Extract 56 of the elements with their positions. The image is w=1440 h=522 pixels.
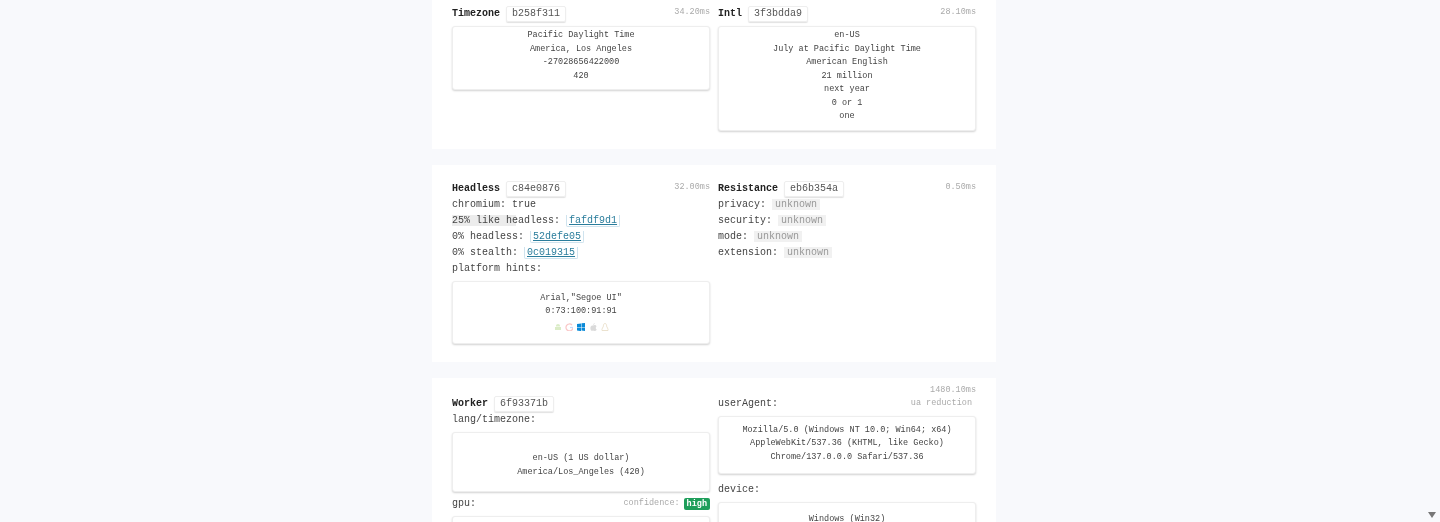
label-text: extension: xyxy=(718,246,779,258)
timing-text: 34.20ms xyxy=(674,6,710,18)
label-text: platform hints: xyxy=(452,261,543,276)
hash-value: 3f3bdda9 xyxy=(748,6,809,22)
hash-value: b258f311 xyxy=(506,6,567,22)
timing-text: 32.00ms xyxy=(674,180,710,193)
label-text: 0% stealth: xyxy=(452,246,519,258)
label-text: mode: xyxy=(718,230,749,242)
timing-text: 28.10ms xyxy=(940,6,976,18)
hash-value: 6f93371b xyxy=(494,395,555,412)
value-text: July at Pacific Daylight Time xyxy=(773,42,921,56)
timing-text: 0.50ms xyxy=(945,180,976,193)
section-title: Timezone xyxy=(452,7,500,21)
section-title: Worker xyxy=(452,396,488,411)
status-chip: unknown xyxy=(778,214,827,226)
status-chip: unknown xyxy=(784,246,833,258)
value-text: America, Los Angeles xyxy=(530,42,632,56)
value-text: 0 or 1 xyxy=(831,96,863,110)
label-text: privacy: xyxy=(718,198,767,210)
value-text: Arial,"Segoe UI" xyxy=(540,291,622,305)
label-text: gpu: xyxy=(452,496,476,511)
label-text: device: xyxy=(718,483,761,497)
value-text: 0:73:100:91:91 xyxy=(545,305,617,318)
label-text: chromium: true xyxy=(452,198,536,210)
value-text: Mozilla/5.0 (Windows NT 10.0; Win64; x64) xyxy=(742,423,952,437)
confidence-label: confidence: xyxy=(623,497,680,510)
confidence-badge: high xyxy=(683,497,710,510)
value-text: Windows (Win32) xyxy=(808,513,886,522)
value-text: America/Los_Angeles (420) xyxy=(517,465,645,479)
label-text: userAgent: xyxy=(718,396,778,411)
value-text: Chrome/137.0.0.0 Safari/537.36 xyxy=(770,450,924,464)
value-text: en-US xyxy=(834,29,860,42)
value-text: Pacific Daylight Time xyxy=(527,29,635,42)
status-chip: unknown xyxy=(754,230,803,242)
label-text: security: xyxy=(718,214,773,226)
timing-text: 1480.10ms xyxy=(930,383,976,396)
value-text: en-US (1 US dollar) xyxy=(532,452,630,465)
value-text: one xyxy=(839,110,855,123)
hash-value: eb6b354a xyxy=(784,180,845,197)
value-text: 420 xyxy=(573,69,589,83)
hash-value: c84e0876 xyxy=(506,180,567,197)
status-chip: unknown xyxy=(772,198,821,210)
label-text: 0% headless: xyxy=(452,230,525,242)
value-text: AppleWebKit/537.36 (KHTML, like Gecko) xyxy=(750,437,944,450)
section-title: Intl xyxy=(718,7,742,21)
hash-link[interactable]: 52defe05 xyxy=(530,230,585,243)
value-text: -27028656422000 xyxy=(542,56,620,69)
hash-link[interactable]: fafdf9d1 xyxy=(566,214,621,227)
value-text: American English xyxy=(806,56,888,69)
note-text: ua reduction xyxy=(910,397,972,410)
section-title: Headless xyxy=(452,181,500,196)
value-text: 21 million xyxy=(821,69,873,83)
hash-link[interactable]: 0c019315 xyxy=(524,246,579,259)
label-text: lang/timezone: xyxy=(452,412,537,427)
section-title: Resistance xyxy=(718,181,778,196)
value-text: next year xyxy=(824,83,870,96)
